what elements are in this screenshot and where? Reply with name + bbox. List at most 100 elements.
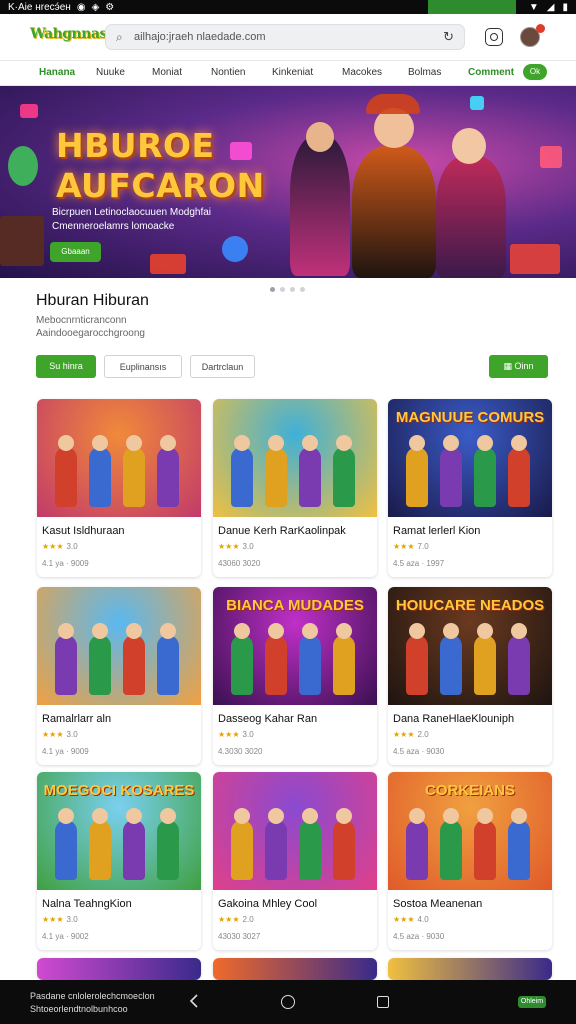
bottom-info: Pasdane cnlolerolechcmoeclon Shtoeorlend… bbox=[30, 990, 155, 1016]
game-card[interactable]: Kasut Isldhuraan ★★★ 3.0 4.1 ya · 9009 bbox=[37, 399, 201, 577]
card-character-head bbox=[302, 435, 318, 451]
carousel-dot[interactable] bbox=[270, 287, 275, 292]
hero-gem bbox=[510, 244, 560, 274]
card-character-head bbox=[160, 435, 176, 451]
filter-button-1[interactable]: Euplinansıs bbox=[104, 355, 182, 378]
card-character bbox=[231, 447, 253, 507]
carousel-dot[interactable] bbox=[290, 287, 295, 292]
game-card-partial[interactable] bbox=[37, 958, 201, 980]
card-rating: ★★★ 3.0 bbox=[218, 730, 254, 739]
card-thumbnail[interactable] bbox=[37, 399, 201, 517]
card-thumbnail[interactable] bbox=[37, 587, 201, 705]
game-card[interactable]: CORKEIANS Sostoa Meanenan ★★★ 4.0 4.5 aza · … bbox=[388, 772, 552, 950]
app-logo[interactable]: Wahgnnas bbox=[30, 26, 107, 42]
hero-character bbox=[290, 136, 350, 276]
carousel-dot[interactable] bbox=[280, 287, 285, 292]
card-title[interactable]: Kasut Isldhuraan bbox=[42, 525, 125, 537]
nav-item-home[interactable]: Hanana bbox=[39, 67, 75, 78]
card-rating: ★★★ 2.0 bbox=[218, 915, 254, 924]
carousel-dot[interactable] bbox=[300, 287, 305, 292]
card-meta: 4.1 ya · 9009 bbox=[42, 559, 89, 568]
card-meta: 4.5 aza · 1997 bbox=[393, 559, 445, 568]
card-title[interactable]: Dasseog Kahar Ran bbox=[218, 713, 317, 725]
card-title[interactable]: Ramat lerlerl Kion bbox=[393, 525, 480, 537]
hero-cta-button[interactable]: Gbaaan bbox=[50, 242, 101, 262]
game-card-partial[interactable] bbox=[388, 958, 552, 980]
game-card[interactable]: BIANCA MUDADES Dasseog Kahar Ran ★★★ 3.0 4.3… bbox=[213, 587, 377, 765]
search-bar[interactable]: ⌕ ailhajo:jraeh nlaedade.com ↻ bbox=[105, 24, 465, 50]
card-thumbnail[interactable]: CORKEIANS bbox=[388, 772, 552, 890]
nav-pill-button[interactable]: Ok bbox=[523, 64, 547, 80]
card-rating: ★★★ 4.0 bbox=[393, 915, 429, 924]
card-title[interactable]: Dana RaneHlaeKlouniph bbox=[393, 713, 514, 725]
card-character bbox=[55, 635, 77, 695]
card-character bbox=[157, 447, 179, 507]
game-card-partial[interactable] bbox=[213, 958, 377, 980]
nav-item-4[interactable]: Nontien bbox=[211, 67, 245, 78]
bottom-pill[interactable]: Ohleim bbox=[518, 996, 546, 1008]
camera-icon[interactable] bbox=[485, 28, 503, 46]
card-thumbnail[interactable] bbox=[213, 399, 377, 517]
home-icon[interactable] bbox=[281, 995, 295, 1009]
star-icon: ★★★ bbox=[42, 730, 64, 739]
card-thumbnail[interactable]: BIANCA MUDADES bbox=[213, 587, 377, 705]
card-title[interactable]: Gakoina Mhley Cool bbox=[218, 898, 317, 910]
filter-primary-button[interactable]: Su hinra bbox=[36, 355, 96, 378]
card-thumbnail[interactable]: MAGNUUE COMURS bbox=[388, 399, 552, 517]
avatar[interactable] bbox=[520, 24, 545, 47]
search-input[interactable]: ailhajo:jraeh nlaedade.com bbox=[134, 31, 443, 43]
view-toggle-label: Oinn bbox=[514, 361, 534, 371]
card-character-head bbox=[126, 808, 142, 824]
nav-item-2[interactable]: Nuuke bbox=[96, 67, 125, 78]
card-title[interactable]: Ramalrlarr aln bbox=[42, 713, 111, 725]
carousel-dots[interactable] bbox=[270, 287, 305, 292]
nav-item-comment[interactable]: Comment bbox=[468, 67, 514, 78]
hero-desc-line: Bicrpuen Letinoclaocuuen Modghfai bbox=[52, 207, 211, 218]
app-header: Wahgnnas ⌕ ailhajo:jraeh nlaedade.com ↻ bbox=[0, 14, 576, 60]
card-character bbox=[333, 447, 355, 507]
game-card[interactable]: Danue Kerh RarKaolinpak ★★★ 3.0 43060 3020 bbox=[213, 399, 377, 577]
game-card[interactable]: MOEGOCI KOSARES Nalna TeahngKion ★★★ 3.0 4.1… bbox=[37, 772, 201, 950]
card-character bbox=[406, 447, 428, 507]
game-card[interactable]: Ramalrlarr aln ★★★ 3.0 4.1 ya · 9009 bbox=[37, 587, 201, 765]
hero-banner[interactable]: HBUROE AUFCARON Bicrpuen Letinoclaocuuen… bbox=[0, 86, 576, 278]
hero-desc-line: Cmenneroelamrs lomoacke bbox=[52, 221, 175, 232]
status-bar: K·Aie нrecэ́ен ◉ ◈ ⚙ ▼ ◢ ▮ bbox=[0, 0, 576, 14]
nav-item-6[interactable]: Macokes bbox=[342, 67, 382, 78]
card-character-head bbox=[268, 435, 284, 451]
nav-item-3[interactable]: Moniat bbox=[152, 67, 182, 78]
card-title[interactable]: Sostoa Meanenan bbox=[393, 898, 482, 910]
card-title[interactable]: Danue Kerh RarKaolinpak bbox=[218, 525, 346, 537]
recent-apps-icon[interactable] bbox=[377, 996, 389, 1008]
card-character-head bbox=[511, 623, 527, 639]
back-icon[interactable] bbox=[188, 994, 200, 1008]
card-thumbnail[interactable] bbox=[213, 772, 377, 890]
card-character bbox=[231, 635, 253, 695]
hero-light bbox=[20, 104, 38, 118]
view-toggle-button[interactable]: ▦ Oinn bbox=[489, 355, 548, 378]
reload-icon[interactable]: ↻ bbox=[443, 29, 454, 45]
card-character-head bbox=[477, 808, 493, 824]
nav-item-5[interactable]: Kinkeniat bbox=[272, 67, 313, 78]
card-character bbox=[474, 820, 496, 880]
card-rating-value: 3.0 bbox=[242, 730, 254, 739]
card-character bbox=[55, 820, 77, 880]
subtitle-line: Mebocnrnticranconn bbox=[36, 315, 127, 326]
card-thumbnail[interactable]: HOIUCARE NEADOS bbox=[388, 587, 552, 705]
card-character-head bbox=[302, 808, 318, 824]
nav-item-7[interactable]: Bolmas bbox=[408, 67, 441, 78]
game-card[interactable]: HOIUCARE NEADOS Dana RaneHlaeKlouniph ★★★ 2… bbox=[388, 587, 552, 765]
card-character-head bbox=[268, 623, 284, 639]
card-character-head bbox=[409, 623, 425, 639]
game-card[interactable]: Gakoina Mhley Cool ★★★ 2.0 43030 3027 bbox=[213, 772, 377, 950]
card-meta: 4.1 ya · 9009 bbox=[42, 747, 89, 756]
card-thumbnail[interactable]: MOEGOCI KOSARES bbox=[37, 772, 201, 890]
card-character-head bbox=[234, 808, 250, 824]
card-title[interactable]: Nalna TeahngKion bbox=[42, 898, 132, 910]
card-character bbox=[89, 820, 111, 880]
card-character bbox=[508, 820, 530, 880]
filter-button-2[interactable]: Dartrclaun bbox=[190, 355, 255, 378]
hero-character-head bbox=[306, 122, 334, 152]
game-card[interactable]: MAGNUUE COMURS Ramat lerlerl Kion ★★★ 7.0 4.… bbox=[388, 399, 552, 577]
card-character bbox=[474, 635, 496, 695]
